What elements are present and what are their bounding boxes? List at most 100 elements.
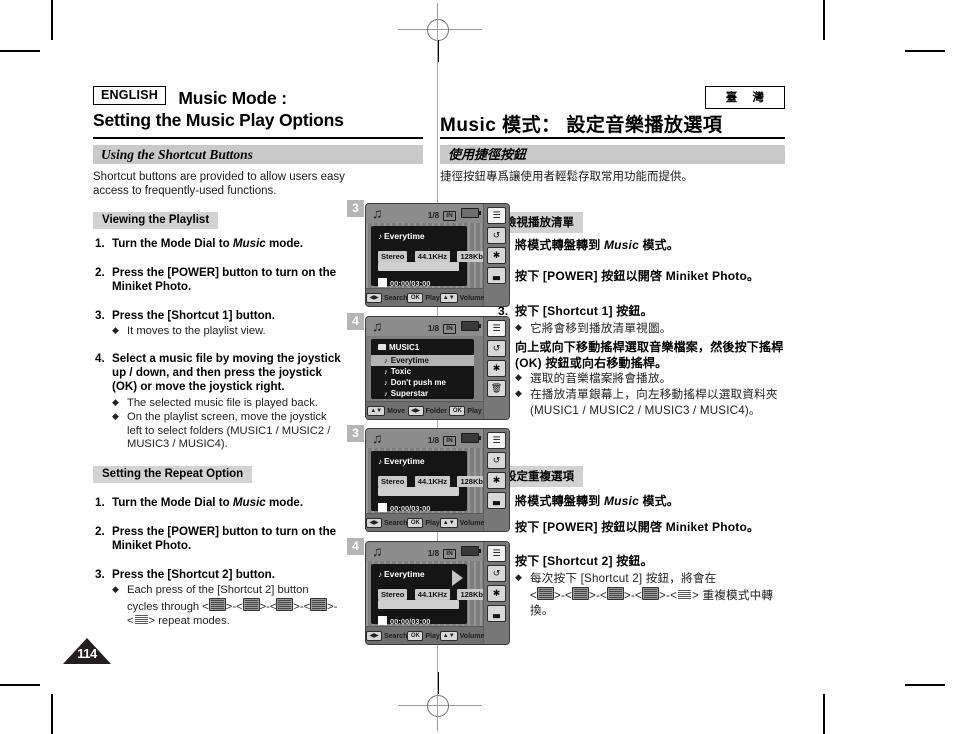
hint-volume: ▲▼ Volume xyxy=(439,630,484,641)
step-zh-2-2: 2. 按下 [POWER] 按鈕以開啓 Miniket Photo。 xyxy=(498,519,783,535)
step-number: 3. xyxy=(95,568,105,581)
progress-bar[interactable] xyxy=(378,600,459,609)
step-badge-screen-2: 4 xyxy=(347,313,364,330)
hint-play: OK Play xyxy=(407,517,440,528)
equalizer-icon[interactable]: ▃ xyxy=(487,492,506,509)
list-item[interactable]: Don't push me xyxy=(371,377,474,388)
header-rule-left xyxy=(93,137,423,140)
hint-label: Play xyxy=(425,632,440,640)
repeat-sep-2: >-< xyxy=(259,600,277,613)
hint-search: ◀▶ Search xyxy=(366,292,408,303)
step-text: 按下 [POWER] 按鈕以開啓 Miniket Photo。 xyxy=(515,269,760,283)
shortcut-icon[interactable]: ✱ xyxy=(487,247,506,264)
step-en-1-4: 4. Select a music file by moving the joy… xyxy=(95,352,350,394)
repeat-sep-1: >-< xyxy=(225,600,243,613)
step-text: Turn the Mode Dial to xyxy=(112,496,233,509)
list-icon[interactable]: ☰ xyxy=(487,207,506,224)
shortcut-icon[interactable]: ✱ xyxy=(487,360,506,377)
bullet-diamond-icon: ◆ xyxy=(112,325,119,335)
tag-bitrate: 128Kbps xyxy=(457,476,483,487)
lcd-content: Everytime Stereo 44.1KHz 128Kbps 00:00/0… xyxy=(366,223,483,289)
bullet-text: 它將會移到播放清單視圖。 xyxy=(530,322,672,335)
list-icon[interactable]: ☰ xyxy=(487,545,506,562)
step-text: Press the [Shortcut 1] button. xyxy=(112,309,275,322)
player-pane: Everytime Stereo 44.1KHz 128Kbps 00:00/0… xyxy=(371,451,483,513)
time-text: 00:00/03:00 xyxy=(390,279,431,288)
list-item[interactable]: Everytime xyxy=(371,355,474,366)
hint-label: Folder xyxy=(425,407,447,415)
repeat-random-icon xyxy=(642,586,660,600)
step-badge-screen-3: 3 xyxy=(347,425,364,442)
list-item[interactable]: Toxic xyxy=(371,366,474,377)
shortcut-icon[interactable]: ✱ xyxy=(487,585,506,602)
bullet-text: The selected music file is played back. xyxy=(127,397,318,409)
key-leftright-icon: ◀▶ xyxy=(366,292,382,303)
key-leftright-icon: ◀▶ xyxy=(407,405,424,416)
hint-label: Search xyxy=(384,519,408,527)
equalizer-icon[interactable]: ▃ xyxy=(487,605,506,622)
step-number: 3. xyxy=(95,309,105,322)
list-icon[interactable]: ☰ xyxy=(487,320,506,337)
equalizer-icon[interactable]: ▃ xyxy=(487,267,506,284)
section-title-zh: 使用捷徑按鈕 xyxy=(448,147,527,162)
tag-samplerate: 44.1KHz xyxy=(414,251,450,262)
crop-mark-tl-v xyxy=(51,0,53,40)
bullet-en-1-4-2: ◆ On the playlist screen, move the joyst… xyxy=(112,411,340,452)
step-text: 向上或向下移動搖桿選取音樂檔案，然後按下搖桿 (OK) 按鈕或向右移動搖桿。 xyxy=(515,340,784,370)
step-en-2-2: 2. Press the [POWER] button to turn on t… xyxy=(95,525,345,553)
repeat-icon[interactable]: ↺ xyxy=(487,227,506,244)
tag-bitrate: 128Kbps xyxy=(457,589,483,600)
step-text: 將模式轉盤轉到 xyxy=(515,494,604,508)
lcd-status-right: 1/8 IN xyxy=(427,208,481,221)
shortcut-icon[interactable]: ✱ xyxy=(487,472,506,489)
folder-row[interactable]: MUSIC1 xyxy=(371,343,474,355)
step-text: Press the [POWER] button to turn on the … xyxy=(112,525,337,552)
step-italic: Music xyxy=(232,496,266,509)
repeat-icon[interactable]: ↺ xyxy=(487,565,506,582)
header-english: ENGLISH Music Mode : Setting the Music P… xyxy=(93,86,423,131)
repeat-off-icon xyxy=(677,589,692,600)
crop-mark-bl-h xyxy=(0,684,40,686)
step-text: 按下 [POWER] 按鈕以開啓 Miniket Photo。 xyxy=(515,520,760,534)
section-intro-en: Shortcut buttons are provided to allow u… xyxy=(93,171,345,197)
key-leftright-icon: ◀▶ xyxy=(366,517,382,528)
lcd-screen-player-1: ♫ 1/8 IN Everytime Stereo 44.1KHz 128Kbp… xyxy=(365,203,510,307)
language-badge: ENGLISH xyxy=(93,86,166,105)
hint-play: OK Play xyxy=(407,630,440,641)
repeat-off-icon xyxy=(134,614,149,625)
crop-mark-tl-h xyxy=(0,50,40,52)
progress-bar[interactable] xyxy=(378,262,459,271)
bullet-en-1-4-1: ◆ The selected music file is played back… xyxy=(112,397,347,411)
repeat-sep-4: >-< xyxy=(659,588,678,602)
trash-icon[interactable]: 🗑 xyxy=(487,380,506,397)
player-pane: Everytime Stereo 44.1KHz 128Kbps 00:00/0… xyxy=(371,564,483,626)
bullet-text-pre: 每次按下 [Shortcut 2] 按鈕，將會在 xyxy=(530,572,717,585)
list-item[interactable]: Superstar xyxy=(371,388,474,399)
memory-pill: IN xyxy=(443,324,456,334)
step-italic: Music xyxy=(603,494,639,508)
progress-bar[interactable] xyxy=(378,487,459,496)
lcd-content: Everytime Stereo 44.1KHz 128Kbps 00:00/0… xyxy=(366,561,483,627)
bullet-zh-1-4-2: ◆ 在播放清單銀幕上，向左移動搖桿以選取資料夾 (MUSIC1 / MUSIC2… xyxy=(515,387,780,418)
page-title-zh: Music 模式： 設定音樂播放選項 xyxy=(440,115,723,136)
hint-label: Play xyxy=(425,519,440,527)
track-counter: 1/8 xyxy=(427,211,440,220)
repeat-all-icon xyxy=(208,597,226,611)
section-bar-en: Using the Shortcut Buttons xyxy=(93,145,423,164)
step-number: 1. xyxy=(95,496,105,509)
list-icon[interactable]: ☰ xyxy=(487,432,506,449)
lcd-side-rail: ☰ ↺ ✱ ▃ xyxy=(483,429,509,531)
repeat-icon[interactable]: ↺ xyxy=(487,452,506,469)
reg-mark-top-circle xyxy=(427,19,449,41)
step-en-1-2: 2. Press the [POWER] button to turn on t… xyxy=(95,266,345,294)
time-text: 00:00/03:00 xyxy=(390,504,431,513)
repeat-icon[interactable]: ↺ xyxy=(487,340,506,357)
lcd-screen-playlist: ♫ 1/8 IN MUSIC1 Everytime Toxic Don't pu… xyxy=(365,316,510,420)
section-bar-zh: 使用捷徑按鈕 xyxy=(440,145,785,164)
key-updown-icon: ▲▼ xyxy=(439,517,458,528)
time-display: 00:00/03:00 xyxy=(378,616,430,626)
bullet-text: It moves to the playlist view. xyxy=(127,325,266,337)
hint-label: Search xyxy=(384,294,408,302)
step-zh-2-3: 3. 按下 [Shortcut 2] 按鈕。 xyxy=(498,553,778,569)
step-italic: Music xyxy=(232,237,266,250)
